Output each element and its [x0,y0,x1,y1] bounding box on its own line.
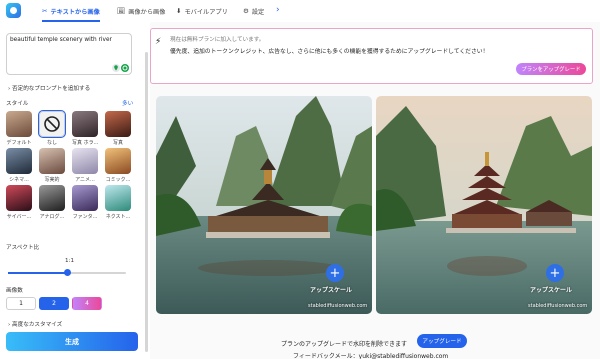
prompt-input[interactable]: beautiful temple scenery with river [6,33,132,75]
refresh-icon[interactable] [121,64,129,72]
aspect-ratio-label: アスペクト比 [6,245,40,251]
slider-fill [8,272,67,274]
style-item-anime[interactable]: アニメ... [72,148,98,183]
top-nav: ✂ テキストから画像 🖼 画像から画像 ⬇ モバイルアプリ ⚙ 設定 › [0,0,600,22]
slider-handle[interactable] [63,269,71,276]
style-item-label: ネクスト... [105,214,131,220]
style-thumbnail [39,148,65,174]
style-item-none[interactable]: なし [38,110,66,146]
style-item-fantasy[interactable]: ファンタ... [72,185,98,220]
style-thumbnail [72,148,98,174]
feedback-email: フィードバックメール：yuki@stablediffusionweb.com [293,353,449,359]
style-thumbnail [105,185,131,211]
plus-icon[interactable]: + [326,264,344,282]
tab-settings[interactable]: ⚙ 設定 [243,0,264,22]
image-count-label: 画像数 [6,288,23,294]
style-item-label: シネマ... [9,177,29,183]
aspect-ratio-slider[interactable] [8,269,126,276]
style-item-label: アニメ... [75,177,95,183]
negative-prompt-label: 否定的なプロンプトを追加する [12,86,91,92]
watermark-text: stablediffusionweb.com [308,303,368,309]
style-item-label: 写真 [112,140,123,146]
prompt-value[interactable]: beautiful temple scenery with river [10,37,112,43]
scissors-icon: ✂ [42,7,48,15]
location-icon[interactable] [112,64,120,72]
chevron-right-icon[interactable]: › [276,5,280,15]
style-item-cinematic[interactable]: シネマ... [6,148,32,183]
style-item-label: 写実的 [44,177,60,183]
style-thumbnail [6,111,32,137]
watermark-text: stablediffusionweb.com [528,303,588,309]
download-icon: ⬇ [176,7,182,15]
plus-icon[interactable]: + [546,264,564,282]
count-option-4[interactable]: 4 [72,297,102,310]
style-thumbnail [105,111,131,137]
upgrade-button[interactable]: アップグレード [417,334,467,348]
style-item-label: なし [46,140,57,146]
style-item-label: ファンタ... [72,214,98,220]
app-logo[interactable] [6,3,21,18]
style-thumbnail [6,148,32,174]
style-item-comic[interactable]: コミック... [105,148,131,183]
style-thumbnail [72,111,98,137]
temple-scenery-image [376,96,592,314]
style-thumbnail [72,185,98,211]
upscale-label[interactable]: アップスケール [530,285,572,294]
style-item-analog[interactable]: アナログ... [39,185,65,220]
style-thumbnail [6,185,32,211]
upgrade-plan-button[interactable]: プランをアップグレード [516,63,586,75]
settings-panel: beautiful temple scenery with river › 否定… [0,22,148,359]
gear-icon: ⚙ [243,7,249,15]
style-item-cyber[interactable]: サイバー... [6,185,32,220]
style-item-label: コミック... [105,177,131,183]
result-image-2[interactable]: + アップスケール stablediffusionweb.com [376,96,592,314]
tab-label: 画像から画像 [128,8,166,16]
result-image-1[interactable]: + アップスケール stablediffusionweb.com [156,96,372,314]
generate-button[interactable]: 生成 [6,332,138,351]
advanced-label: 高度なカスタマイズ [12,322,63,328]
tab-mobile-app[interactable]: ⬇ モバイルアプリ [176,0,228,22]
tab-text-to-image[interactable]: ✂ テキストから画像 [42,0,100,22]
style-item-default[interactable]: デフォルト [6,111,32,146]
banner-status-text: 現在は無料プランに加入しています。 [170,37,265,43]
style-thumbnail [39,185,65,211]
tab-label: 設定 [251,8,265,16]
style-item-label: デフォルト [6,140,32,146]
advanced-toggle[interactable]: › 高度なカスタマイズ [8,320,62,328]
results-area: ⚡ 現在は無料プランに加入しています。 優先度、追加のトークンクレジット、広告な… [150,22,600,359]
style-more-link[interactable]: 多い [122,99,133,107]
tab-image-to-image[interactable]: 🖼 画像から画像 [117,0,165,22]
style-item-realistic[interactable]: 写実的 [39,148,65,183]
scrollbar[interactable] [145,52,148,352]
style-item-label: サイバー... [6,214,32,220]
count-option-1[interactable]: 1 [6,297,36,310]
tab-label: テキストから画像 [50,8,100,16]
negative-prompt-toggle[interactable]: › 否定的なプロンプトを追加する [8,84,90,92]
count-option-2[interactable]: 2 [39,297,69,310]
style-item-photo-horror[interactable]: 写真 ホラ... [72,111,98,146]
upscale-label[interactable]: アップスケール [310,285,352,294]
tab-label: モバイルアプリ [184,8,228,16]
style-thumbnail [105,148,131,174]
style-label: スタイル [6,101,29,107]
aspect-ratio-value: 1:1 [65,258,75,264]
temple-scenery-image [156,96,372,314]
upgrade-banner: ⚡ 現在は無料プランに加入しています。 優先度、追加のトークンクレジット、広告な… [150,28,593,84]
style-item-label: アナログ... [39,214,65,220]
style-item-photo[interactable]: 写真 [105,111,131,146]
banner-message: 優先度、追加のトークンクレジット、広告なし、さらに他にも多くの機能を獲得するため… [170,49,489,55]
no-symbol-icon [38,110,66,138]
lightning-icon: ⚡ [155,37,162,47]
style-item-label: 写真 ホラ... [72,140,98,146]
image-icon: 🖼 [117,7,126,15]
watermark-notice: プランのアップグレードで水印を削除できます [281,341,408,348]
style-item-next[interactable]: ネクスト... [105,185,131,220]
